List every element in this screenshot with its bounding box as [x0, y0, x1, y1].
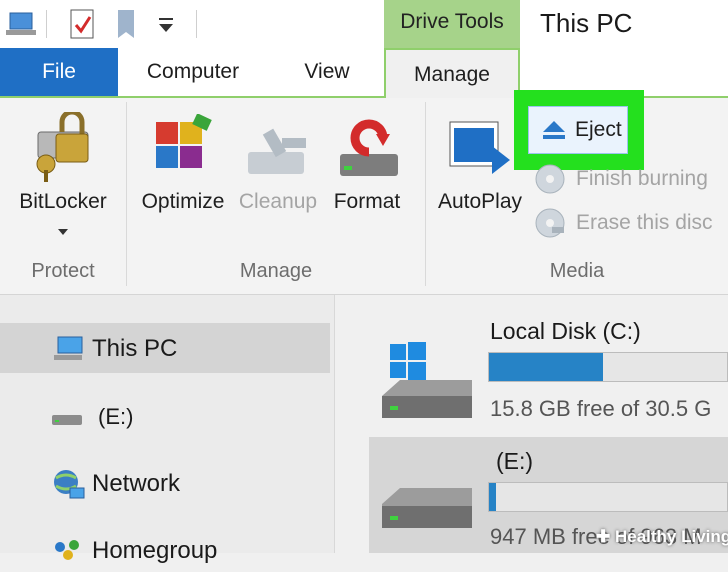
finish-burning-label: Finish burning	[576, 167, 708, 190]
erase-disc-button[interactable]: Erase this disc	[534, 206, 726, 240]
properties-icon[interactable]	[68, 8, 96, 45]
new-folder-icon[interactable]	[114, 8, 140, 45]
nav-item-this-pc[interactable]: This PC	[50, 330, 330, 368]
cleanup-button[interactable]: Cleanup	[236, 108, 320, 224]
watermark: ✚ Healthy Living	[596, 527, 728, 546]
group-label-media: Media	[549, 260, 605, 282]
nav-item-network[interactable]: Network	[50, 465, 330, 503]
nav-item-homegroup[interactable]: Homegroup	[50, 532, 330, 570]
toolbar-separator	[46, 10, 47, 38]
group-divider	[126, 102, 127, 286]
format-button[interactable]: Format	[328, 108, 406, 224]
drive-free-space: 15.8 GB free of 30.5 G	[490, 396, 712, 421]
group-divider	[425, 102, 426, 286]
capacity-bar-fill	[489, 353, 604, 381]
format-label: Format	[333, 190, 401, 213]
bitlocker-label: BitLocker	[19, 190, 107, 213]
capacity-bar	[488, 352, 728, 382]
drive-tile-c[interactable]: Local Disk (C:) 15.8 GB free of 30.5 G	[374, 310, 728, 426]
chevron-down-icon	[56, 224, 70, 242]
optimize-icon	[150, 113, 216, 185]
toolbar-separator	[196, 10, 197, 38]
disc-icon	[534, 163, 566, 195]
erase-disc-icon	[534, 207, 566, 239]
optimize-label: Optimize	[141, 190, 225, 213]
computer-small-icon[interactable]	[4, 10, 40, 45]
nav-item-label: (E:)	[98, 404, 134, 429]
group-label-manage: Manage	[239, 260, 313, 282]
nav-item-label: This PC	[92, 335, 178, 362]
computer-icon	[50, 335, 86, 363]
drive-icon	[380, 480, 476, 545]
finish-burning-button[interactable]: Finish burning	[534, 162, 726, 196]
bitlocker-icon	[28, 109, 102, 189]
group-label-protect: Protect	[31, 260, 95, 282]
nav-item-label: Homegroup	[92, 537, 218, 564]
autoplay-label: AutoPlay	[437, 190, 523, 213]
eject-icon	[541, 119, 567, 141]
tab-view[interactable]: View	[268, 48, 386, 96]
autoplay-icon	[448, 118, 512, 187]
drive-icon	[50, 403, 86, 431]
format-icon	[336, 114, 402, 185]
capacity-bar-fill	[489, 483, 497, 511]
erase-disc-label: Erase this disc	[576, 211, 713, 234]
drive-name: Local Disk (C:)	[490, 318, 641, 344]
cleanup-label: Cleanup	[238, 190, 318, 213]
optimize-button[interactable]: Optimize	[136, 108, 230, 224]
tab-file[interactable]: File	[0, 48, 118, 96]
drive-tools-context-header: Drive Tools	[384, 0, 520, 48]
bitlocker-button[interactable]: BitLocker	[8, 108, 118, 240]
capacity-bar	[488, 482, 728, 512]
nav-item-label: Network	[92, 470, 181, 497]
tab-manage[interactable]: Manage	[384, 48, 520, 100]
eject-button[interactable]: Eject	[528, 106, 628, 154]
window-title: This PC	[540, 8, 633, 38]
homegroup-icon	[50, 535, 86, 567]
tab-computer[interactable]: Computer	[118, 48, 268, 96]
eject-label: Eject	[575, 118, 622, 141]
nav-item-e-drive[interactable]: (E:)	[50, 398, 330, 436]
drive-name: (E:)	[496, 448, 534, 474]
network-icon	[50, 468, 86, 500]
windows-drive-icon	[380, 340, 476, 431]
customize-quick-access-icon[interactable]	[156, 16, 176, 39]
cleanup-icon	[246, 122, 312, 187]
